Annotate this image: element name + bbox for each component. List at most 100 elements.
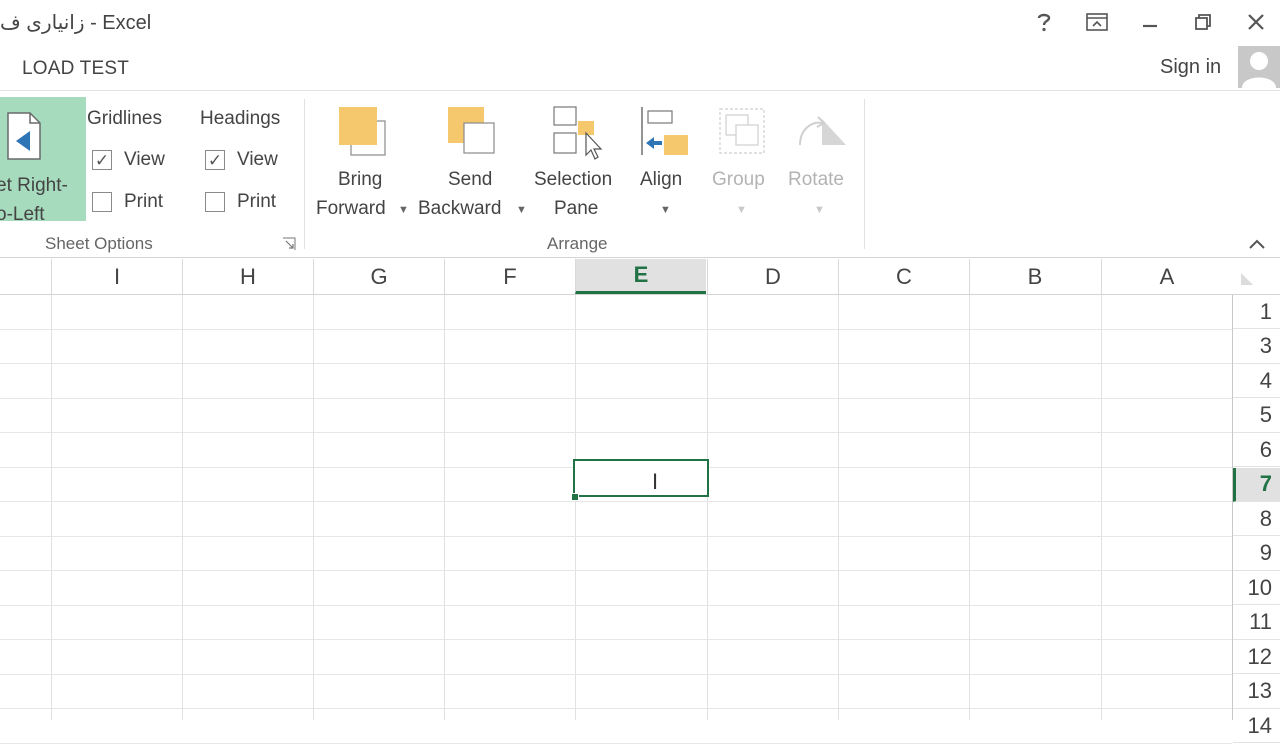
gridlines-heading: Gridlines: [87, 108, 162, 129]
ribbon-tab-row: LOAD TEST Sign in: [0, 46, 1280, 90]
column-header-row: IHGFEDCBA: [0, 259, 1233, 295]
headings-view-checkbox[interactable]: ✓ View: [205, 149, 278, 171]
row-gridline: [0, 535, 1232, 537]
row-gridline: [0, 328, 1232, 330]
window-title: زانیاری ف - Excel: [0, 12, 152, 34]
row-header-8[interactable]: 8: [1233, 502, 1280, 536]
column-header-g[interactable]: G: [313, 259, 444, 294]
row-gridline: [0, 742, 1232, 744]
column-header-d[interactable]: D: [707, 259, 838, 294]
title-bar: زانیاری ف - Excel: [0, 0, 1280, 46]
group-button[interactable]: Group ▼: [706, 99, 778, 229]
row-header-4[interactable]: 4: [1233, 364, 1280, 398]
send-backward-button[interactable]: Send Backward ▼: [416, 99, 528, 229]
text-cursor-icon: I: [652, 469, 659, 494]
chevron-up-icon[interactable]: [1248, 237, 1266, 255]
sheet-rtl-label-line1: et Right-: [0, 175, 68, 196]
send-backward-icon: [448, 107, 495, 154]
row-gridline: [0, 604, 1232, 606]
ribbon-display-options-icon[interactable]: [1077, 6, 1117, 38]
sheet-rtl-label-line2: o-Left: [0, 204, 45, 225]
column-gridline: [1101, 295, 1102, 720]
active-cell-e7[interactable]: [573, 459, 709, 497]
group-separator: [864, 99, 865, 249]
select-all-triangle-icon: [1241, 273, 1253, 285]
column-gridline: [51, 295, 52, 720]
row-header-13[interactable]: 13: [1233, 675, 1280, 709]
row-gridline: [0, 673, 1232, 675]
column-header-a[interactable]: A: [1101, 259, 1232, 294]
send-backward-label-line2: Backward: [418, 198, 502, 219]
selection-pane-button[interactable]: Selection Pane: [532, 99, 626, 229]
avatar[interactable]: [1238, 46, 1280, 88]
sign-in-link[interactable]: Sign in: [1160, 56, 1221, 79]
column-gridline: [838, 295, 839, 720]
send-backward-label-line1: Send: [448, 169, 493, 190]
bring-forward-label-line2: Forward: [316, 198, 386, 219]
row-gridline: [0, 363, 1232, 364]
rotate-button[interactable]: Rotate ▼: [782, 99, 858, 229]
gridlines-view-check-icon: ✓: [92, 150, 112, 170]
row-header-7[interactable]: 7: [1233, 467, 1280, 502]
group-separator: [304, 99, 305, 249]
column-gridline: [707, 295, 708, 720]
sheet-right-to-left-button[interactable]: et Right- o-Left: [0, 97, 86, 225]
question-mark-icon[interactable]: [1024, 6, 1064, 38]
rotate-label: Rotate: [788, 169, 844, 190]
row-header-column: 1 3 4 5 6 7 8 9 10 11 12 13 14: [1232, 295, 1280, 743]
column-header-f[interactable]: F: [444, 259, 575, 294]
row-header-9[interactable]: 9: [1233, 537, 1280, 571]
ribbon: et Right- o-Left Gridlines ✓ View Print …: [0, 90, 1280, 258]
align-button[interactable]: Align ▼: [634, 99, 698, 229]
bring-forward-icon: [339, 107, 386, 156]
bring-forward-button[interactable]: Bring Forward ▼: [312, 99, 412, 229]
headings-print-label: Print: [237, 191, 277, 212]
headings-view-label: View: [237, 149, 278, 170]
gridlines-view-label: View: [124, 149, 165, 170]
group-icon: [719, 108, 765, 154]
arrange-group-label: Arrange: [547, 234, 608, 253]
row-header-11[interactable]: 11: [1233, 606, 1280, 640]
headings-print-box-icon: [205, 192, 225, 212]
close-icon[interactable]: [1236, 6, 1276, 38]
row-header-6[interactable]: 6: [1233, 433, 1280, 467]
row-header-3[interactable]: 3: [1233, 330, 1280, 364]
column-header-i[interactable]: I: [51, 259, 182, 294]
row-header-10[interactable]: 10: [1233, 571, 1280, 605]
restore-icon[interactable]: [1183, 6, 1223, 38]
selection-pane-icon: [553, 106, 603, 160]
send-backward-dropdown-icon: ▼: [516, 204, 527, 216]
gridlines-print-checkbox[interactable]: Print: [92, 191, 163, 213]
worksheet-grid[interactable]: IHGFEDCBA 1 3 4 5 6 7 8 9 10 11 12 13 14 I: [0, 259, 1280, 744]
row-gridline: [0, 708, 1232, 709]
sheet-rtl-icon: [7, 112, 41, 160]
column-header-b[interactable]: B: [969, 259, 1100, 294]
headings-print-checkbox[interactable]: Print: [205, 191, 276, 213]
rotate-icon: [799, 116, 846, 146]
cells-area[interactable]: [0, 295, 1232, 744]
select-all-corner[interactable]: [1233, 259, 1280, 295]
align-label: Align: [640, 169, 683, 190]
column-gridline: [313, 295, 314, 720]
sheet-options-dialog-launcher-icon[interactable]: [282, 237, 296, 256]
row-header-12[interactable]: 12: [1233, 640, 1280, 674]
tab-load-test[interactable]: LOAD TEST: [22, 58, 129, 80]
minimize-icon[interactable]: [1130, 6, 1170, 38]
row-header-14[interactable]: 14: [1233, 709, 1280, 743]
headings-view-check-icon: ✓: [205, 150, 225, 170]
row-gridline: [0, 432, 1232, 433]
row-gridline: [0, 570, 1232, 571]
column-header-e[interactable]: E: [575, 259, 706, 294]
row-gridline: [0, 639, 1232, 640]
fill-handle[interactable]: [571, 493, 579, 501]
column-gridline: [182, 295, 183, 720]
row-header-5[interactable]: 5: [1233, 399, 1280, 433]
gridlines-view-checkbox[interactable]: ✓ View: [92, 149, 165, 171]
sheet-options-group-label: Sheet Options: [45, 234, 153, 253]
column-header-h[interactable]: H: [182, 259, 313, 294]
align-dropdown-icon: ▼: [660, 204, 671, 216]
bring-forward-dropdown-icon: ▼: [398, 204, 409, 216]
column-header-c[interactable]: C: [838, 259, 969, 294]
bring-forward-label-line1: Bring: [338, 169, 383, 190]
row-header-1[interactable]: 1: [1233, 295, 1280, 329]
